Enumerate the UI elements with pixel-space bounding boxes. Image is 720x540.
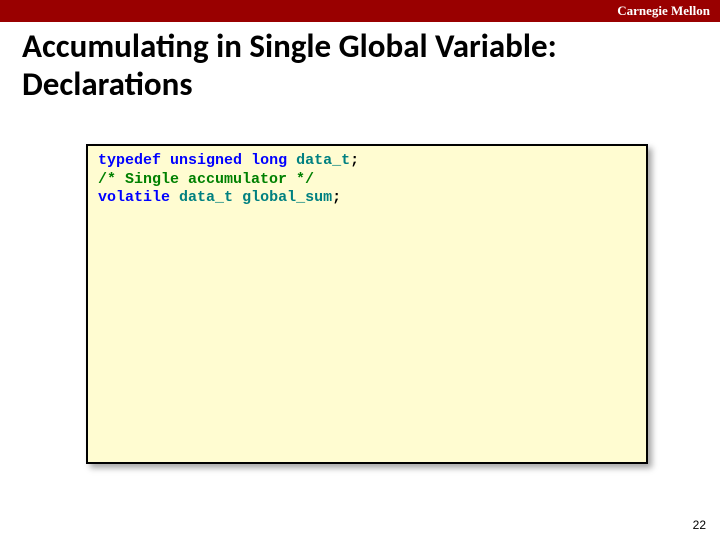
- keyword-volatile: volatile: [98, 189, 170, 206]
- code-box: typedef unsigned long data_t; /* Single …: [86, 144, 648, 464]
- type-ref-data-t: data_t: [179, 189, 233, 206]
- comment-accumulator: /* Single accumulator */: [98, 171, 314, 188]
- header-bar: Carnegie Mellon: [0, 0, 720, 22]
- code-line-2: /* Single accumulator */: [98, 171, 636, 190]
- identifier-global-sum: global_sum: [242, 189, 332, 206]
- keyword-long: long: [251, 152, 287, 169]
- type-data-t: data_t: [296, 152, 350, 169]
- semicolon: ;: [332, 189, 341, 206]
- page-number: 22: [693, 518, 706, 532]
- slide-title: Accumulating in Single Global Variable: …: [0, 22, 720, 104]
- keyword-unsigned: unsigned: [170, 152, 242, 169]
- semicolon: ;: [350, 152, 359, 169]
- code-container: typedef unsigned long data_t; /* Single …: [0, 104, 720, 464]
- code-line-1: typedef unsigned long data_t;: [98, 152, 636, 171]
- institution-label: Carnegie Mellon: [617, 3, 710, 19]
- keyword-typedef: typedef: [98, 152, 161, 169]
- code-line-3: volatile data_t global_sum;: [98, 189, 636, 208]
